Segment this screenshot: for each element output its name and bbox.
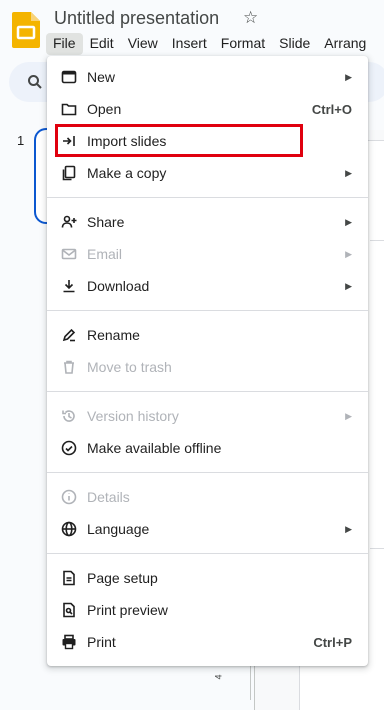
file-menu: New ▶ Open Ctrl+O Import slides Make a copy ▶ S… [47, 56, 368, 666]
print-icon [61, 634, 77, 650]
menu-item-label: Print preview [87, 602, 168, 618]
submenu-arrow-icon: ▶ [345, 248, 352, 259]
menu-item-import-slides[interactable]: Import slides [47, 125, 368, 157]
menu-item-new[interactable]: New ▶ [47, 61, 368, 93]
menu-item-move-to-trash: Move to trash [47, 351, 368, 383]
menu-separator [47, 310, 368, 311]
slides-logo-icon[interactable] [12, 12, 40, 48]
menu-arrang[interactable]: Arrang [317, 33, 373, 55]
menu-item-print-preview[interactable]: Print preview [47, 594, 368, 626]
offline-check-icon [61, 440, 77, 456]
menu-separator [47, 197, 368, 198]
menu-separator [47, 391, 368, 392]
copy-icon [61, 165, 77, 181]
menu-item-label: Email [87, 246, 123, 262]
menu-item-language[interactable]: Language ▶ [47, 513, 368, 545]
menu-item-label: Move to trash [87, 359, 172, 375]
menu-item-label: Details [87, 489, 130, 505]
menu-slide[interactable]: Slide [272, 33, 317, 55]
menu-item-label: Make a copy [87, 165, 167, 181]
submenu-arrow-icon: ▶ [345, 523, 352, 534]
menu-item-email: Email ▶ [47, 238, 368, 270]
menu-insert[interactable]: Insert [165, 33, 214, 55]
new-presentation-icon [61, 69, 77, 85]
menu-bar: File Edit View Insert Format Slide Arrang [46, 33, 373, 55]
document-title[interactable]: Untitled presentation [54, 8, 219, 29]
menu-item-details: Details [47, 481, 368, 513]
menu-item-share[interactable]: Share ▶ [47, 206, 368, 238]
globe-icon [61, 521, 77, 537]
page-setup-icon [61, 570, 77, 586]
trash-icon [61, 359, 77, 375]
star-icon[interactable]: ☆ [243, 8, 258, 28]
keyboard-shortcut: Ctrl+O [311, 101, 352, 117]
info-icon [61, 489, 77, 505]
menu-item-label: Print [87, 634, 116, 650]
menu-item-label: New [87, 69, 116, 85]
menu-item-make-a-copy[interactable]: Make a copy ▶ [47, 157, 368, 189]
menu-item-label: Open [87, 101, 122, 117]
menu-item-label: Share [87, 214, 125, 230]
menu-item-label: Download [87, 278, 150, 294]
menu-item-version-history: Version history ▶ [47, 400, 368, 432]
print-preview-icon [61, 602, 77, 618]
share-person-icon [61, 214, 77, 230]
menu-item-label: Import slides [87, 133, 167, 149]
folder-icon [61, 101, 77, 117]
menu-item-label: Version history [87, 408, 179, 424]
menu-separator [47, 553, 368, 554]
ruler-mark: 4 [213, 674, 224, 680]
rename-pencil-icon [61, 327, 77, 343]
menu-separator [47, 472, 368, 473]
menu-view[interactable]: View [121, 33, 165, 55]
menu-item-print[interactable]: Print Ctrl+P [47, 626, 368, 658]
email-icon [61, 246, 77, 262]
menu-item-label: Rename [87, 327, 140, 343]
submenu-arrow-icon: ▶ [345, 71, 352, 82]
submenu-arrow-icon: ▶ [345, 167, 352, 178]
menu-file[interactable]: File [46, 33, 83, 55]
menu-item-label: Page setup [87, 570, 158, 586]
menu-item-label: Make available offline [87, 440, 222, 456]
submenu-arrow-icon: ▶ [345, 216, 352, 227]
menu-item-rename[interactable]: Rename [47, 319, 368, 351]
submenu-arrow-icon: ▶ [345, 410, 352, 421]
menu-edit[interactable]: Edit [83, 33, 121, 55]
slide-number: 1 [17, 133, 25, 148]
menu-item-make-available-offline[interactable]: Make available offline [47, 432, 368, 464]
submenu-arrow-icon: ▶ [345, 280, 352, 291]
keyboard-shortcut: Ctrl+P [313, 634, 352, 650]
import-icon [61, 133, 77, 149]
menu-item-page-setup[interactable]: Page setup [47, 562, 368, 594]
menu-format[interactable]: Format [214, 33, 272, 55]
history-icon [61, 408, 77, 424]
menu-item-open[interactable]: Open Ctrl+O [47, 93, 368, 125]
menu-item-label: Language [87, 521, 150, 537]
download-icon [61, 278, 77, 294]
canvas-guide [370, 548, 384, 549]
canvas-guide [370, 240, 384, 241]
menu-item-download[interactable]: Download ▶ [47, 270, 368, 302]
search-icon[interactable] [27, 74, 43, 90]
